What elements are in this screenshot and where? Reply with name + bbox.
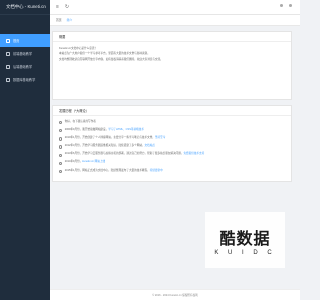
list-item: 2014年9月份，kunetic.cn 网站上线	[59, 160, 285, 165]
folder-icon	[6, 77, 10, 82]
timeline-title: 发展历程（*大概论）	[53, 106, 291, 116]
user-avatar[interactable]	[289, 4, 292, 7]
sidebar-item-label: 前端基础教学	[13, 52, 33, 56]
item-text: 2012年3月份，开始学习服务器运维相关知识，陆续搭建了多个网站，	[64, 144, 145, 148]
folder-icon	[6, 64, 10, 69]
notice-title: 概要	[53, 32, 291, 42]
topbar-actions	[280, 4, 292, 7]
item-link[interactable]: 学习了HTML、CSS等前端技术	[108, 128, 144, 131]
refresh-icon[interactable]: ↻	[65, 4, 69, 10]
folder-icon	[6, 51, 10, 56]
bullet-icon	[59, 129, 63, 133]
bullet-icon	[59, 121, 63, 125]
item-text: 你好，在下我认真的写作者	[64, 120, 96, 123]
item-text: 2015年1月份，网站正式成为文档中心，陆续整理发布了大量的技术教程，	[64, 168, 150, 172]
item-link[interactable]: 持续更新中	[150, 169, 163, 172]
item-link[interactable]: 文档站点	[145, 144, 155, 147]
tab-bar: 首页 简介	[50, 15, 300, 26]
watermark-main: 酷数据	[219, 228, 271, 248]
bullet-icon	[59, 169, 63, 173]
notice-line: 文档均整理收录自互联网开放分享内容，如有侵权请联系我们删除，欢迎大家浏览与交流。	[59, 57, 163, 61]
fullscreen-icon[interactable]	[280, 4, 283, 7]
bullet-icon	[59, 161, 63, 165]
notice-body: Kunetic.cn文档中心是什么意思？ 本站点为广大用户提供一个学习参考平台，…	[53, 42, 291, 99]
bullet-icon	[59, 153, 63, 157]
watermark-logo: 酷数据 K U I D C	[205, 212, 285, 268]
item-text: 2014年9月份，	[64, 160, 83, 164]
sidebar-item-label: 首页	[13, 39, 20, 43]
sidebar-nav: 首页 前端基础教学 后端基础教学 数据库基础教学	[0, 34, 50, 86]
list-item: 2012年3月份，开始学习服务器运维相关知识，陆续搭建了多个网站，文档站点	[59, 144, 285, 149]
item-link[interactable]: 免费提供技术支持	[183, 152, 204, 155]
item-text: 2013年6月份，开始学习云服务器与虚拟主机的部署，通过自己的努力，帮助了很多站…	[64, 152, 184, 156]
tab-home[interactable]: 首页	[56, 18, 62, 22]
notice-card: 概要 Kunetic.cn文档中心是什么意思？ 本站点为广大用户提供一个学习参考…	[52, 31, 292, 100]
page-footer: © 2016 - 2024 Kunetic.cn 保留所有权利	[50, 289, 300, 300]
item-text: 2010年1月份，开始创建了个人博客网站，主要分享一些学习笔记与技术文章，	[64, 136, 155, 140]
sidebar-item-backend[interactable]: 后端基础教学	[0, 60, 50, 73]
app-brand[interactable]: 文档中心 - Kuneti.cn	[0, 0, 50, 15]
list-item: 2010年1月份，开始创建了个人博客网站，主要分享一些学习笔记与技术文章，坚持至…	[59, 136, 285, 141]
sidebar-item-home[interactable]: 首页	[0, 34, 50, 47]
home-icon	[6, 38, 10, 43]
item-link[interactable]: 坚持至今	[155, 136, 165, 139]
sidebar-item-frontend[interactable]: 前端基础教学	[0, 47, 50, 60]
sidebar-item-label: 数据库基础教学	[13, 78, 36, 82]
list-item: 2015年1月份，网站正式成为文档中心，陆续整理发布了大量的技术教程，持续更新中	[59, 169, 285, 174]
item-text: 2009年9月份，我开始接触网站建设，	[64, 128, 109, 132]
tab-current[interactable]: 简介	[67, 18, 73, 22]
menu-toggle-icon[interactable]: ≡	[56, 4, 59, 10]
list-item: 2009年9月份，我开始接触网站建设，学习了HTML、CSS等前端技术	[59, 128, 285, 133]
list-item: 2013年6月份，开始学习云服务器与虚拟主机的部署，通过自己的努力，帮助了很多站…	[59, 152, 285, 157]
item-link[interactable]: kunetic.cn 网站上线	[82, 160, 105, 163]
sidebar: 文档中心 - Kuneti.cn 首页 前端基础教学 后端基础教学 数据库基础教…	[0, 0, 50, 300]
bullet-icon	[59, 145, 63, 149]
list-item: 你好，在下我认真的写作者	[59, 120, 285, 125]
sidebar-item-label: 后端基础教学	[13, 65, 33, 69]
top-bar: ≡ ↻	[50, 0, 300, 15]
bullet-icon	[59, 137, 63, 141]
sidebar-item-database[interactable]: 数据库基础教学	[0, 73, 50, 86]
timeline-list: 你好，在下我认真的写作者 2009年9月份，我开始接触网站建设，学习了HTML、…	[53, 116, 291, 181]
timeline-card: 发展历程（*大概论） 你好，在下我认真的写作者 2009年9月份，我开始接触网站…	[52, 105, 292, 182]
watermark-sub: K U I D C	[214, 249, 276, 256]
